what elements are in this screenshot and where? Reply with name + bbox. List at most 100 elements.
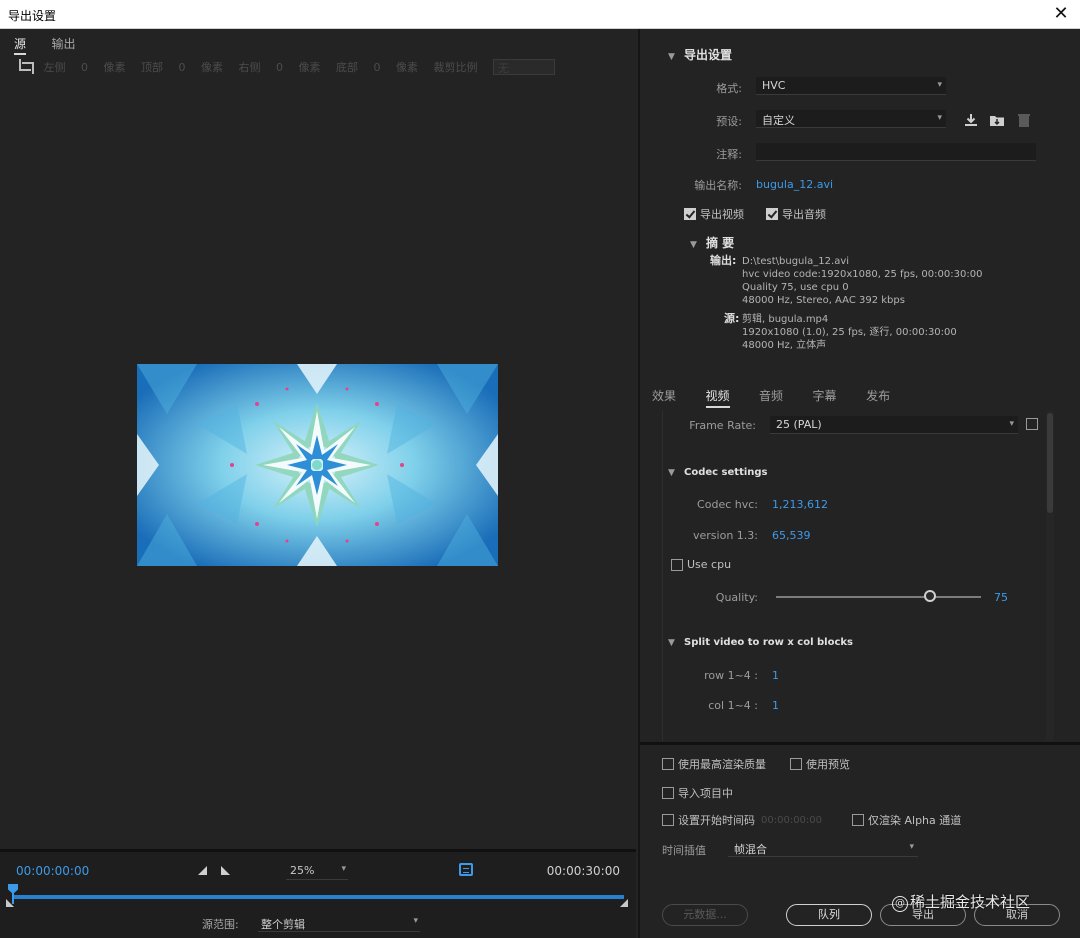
timeline-bar: 00:00:00:00 25% ▾ 00:00:30:00 源范围: 整个剪辑 … bbox=[0, 849, 636, 938]
time-interp-select[interactable]: 帧混合 ▾ bbox=[728, 839, 918, 857]
preset-select[interactable]: 自定义 ▾ bbox=[756, 110, 946, 128]
out-point-handle[interactable] bbox=[620, 899, 628, 907]
crop-right-label: 右侧 bbox=[238, 61, 261, 74]
in-point-handle[interactable] bbox=[6, 899, 14, 907]
format-value: HVC bbox=[762, 79, 786, 92]
use-cpu-checkbox[interactable]: Use cpu bbox=[671, 558, 731, 571]
checkbox-box bbox=[662, 787, 674, 799]
preset-value: 自定义 bbox=[762, 114, 795, 127]
output-name-link[interactable]: bugula_12.avi bbox=[756, 178, 833, 191]
time-interp-value: 帧混合 bbox=[734, 843, 767, 856]
checkbox-box bbox=[1026, 418, 1038, 430]
preset-label: 预设: bbox=[716, 115, 742, 128]
frame-rate-select[interactable]: 25 (PAL) ▾ bbox=[770, 416, 1018, 434]
summary-output-key: 输出: bbox=[710, 254, 737, 267]
crop-icon[interactable] bbox=[16, 59, 34, 75]
quality-value[interactable]: 75 bbox=[994, 591, 1008, 604]
tab-video[interactable]: 视频 bbox=[705, 387, 730, 408]
tab-audio[interactable]: 音频 bbox=[759, 387, 783, 404]
crop-right-value[interactable]: 0 bbox=[276, 61, 283, 74]
max-render-label: 使用最高渲染质量 bbox=[678, 758, 766, 771]
crop-left-value[interactable]: 0 bbox=[81, 61, 88, 74]
output-name-label: 输出名称: bbox=[694, 179, 742, 192]
tab-captions[interactable]: 字幕 bbox=[813, 387, 837, 404]
row-value[interactable]: 1 bbox=[772, 669, 779, 682]
mark-in-icon[interactable] bbox=[198, 866, 207, 875]
crop-top-value[interactable]: 0 bbox=[179, 61, 186, 74]
crop-left-label: 左侧 bbox=[43, 61, 66, 74]
checkbox-box bbox=[766, 208, 778, 220]
title-bar: 导出设置 ✕ bbox=[0, 0, 1080, 29]
tab-source[interactable]: 源 bbox=[14, 35, 27, 55]
source-range-value: 整个剪辑 bbox=[261, 918, 305, 931]
summary-header[interactable]: ▼ 摘 要 bbox=[690, 234, 734, 251]
quality-slider-track[interactable] bbox=[776, 596, 981, 598]
crop-ratio-select[interactable]: 无 bbox=[493, 59, 555, 75]
format-label: 格式: bbox=[716, 82, 742, 95]
import-preset-icon[interactable] bbox=[989, 112, 1005, 128]
use-preview-label: 使用预览 bbox=[806, 758, 850, 771]
max-render-checkbox[interactable]: 使用最高渲染质量 bbox=[662, 756, 766, 772]
version-value[interactable]: 65,539 bbox=[772, 529, 811, 542]
settings-scrollbar[interactable] bbox=[1046, 411, 1054, 741]
source-range-select[interactable]: 整个剪辑 ▾ bbox=[258, 914, 420, 932]
current-timecode[interactable]: 00:00:00:00 bbox=[16, 864, 89, 878]
export-audio-checkbox[interactable]: 导出音频 bbox=[766, 206, 826, 222]
zoom-select[interactable]: 25% ▾ bbox=[286, 862, 348, 880]
scrollbar-thumb[interactable] bbox=[1047, 413, 1053, 513]
crop-bottom-value[interactable]: 0 bbox=[374, 61, 381, 74]
close-icon[interactable]: ✕ bbox=[1050, 3, 1072, 24]
tab-effects[interactable]: 效果 bbox=[652, 387, 676, 404]
comment-input[interactable] bbox=[756, 143, 1036, 161]
use-preview-checkbox[interactable]: 使用预览 bbox=[790, 756, 850, 772]
frame-rate-checkbox[interactable] bbox=[1026, 418, 1042, 430]
save-preset-icon[interactable] bbox=[963, 112, 979, 128]
time-interp-label: 时间插值 bbox=[662, 844, 706, 857]
codec-settings-title: Codec settings bbox=[684, 467, 768, 478]
start-timecode-checkbox[interactable]: 设置开始时间码 00:00:00:00 bbox=[662, 812, 822, 828]
window-title: 导出设置 bbox=[8, 9, 57, 23]
aspect-fit-icon[interactable] bbox=[459, 863, 473, 876]
checkbox-box bbox=[671, 558, 683, 571]
delete-preset-icon[interactable] bbox=[1016, 112, 1032, 128]
quality-label: Quality: bbox=[715, 591, 758, 604]
mark-out-icon[interactable] bbox=[221, 866, 230, 875]
crop-bottom-label: 底部 bbox=[336, 61, 358, 74]
row-label: row 1~4 : bbox=[704, 669, 758, 682]
chevron-down-icon: ▾ bbox=[937, 113, 942, 123]
tab-publish[interactable]: 发布 bbox=[866, 387, 890, 404]
alpha-only-checkbox[interactable]: 仅渲染 Alpha 通道 bbox=[852, 812, 961, 828]
export-settings-header[interactable]: ▼ 导出设置 bbox=[668, 46, 732, 63]
split-video-header[interactable]: ▼ Split video to row x col blocks bbox=[668, 637, 853, 648]
format-select[interactable]: HVC ▾ bbox=[756, 77, 946, 95]
col-value[interactable]: 1 bbox=[772, 699, 779, 712]
comment-label: 注释: bbox=[716, 148, 742, 161]
kaleidoscope-frame bbox=[137, 364, 498, 566]
zoom-value: 25% bbox=[290, 864, 315, 877]
export-video-label: 导出视频 bbox=[700, 208, 744, 221]
crop-bottom-unit: 像素 bbox=[396, 61, 418, 74]
collapse-icon: ▼ bbox=[668, 468, 675, 478]
collapse-icon: ▼ bbox=[690, 240, 697, 250]
start-timecode-value: 00:00:00:00 bbox=[761, 814, 823, 826]
watermark: @ 稀土掘金技术社区 bbox=[892, 891, 1030, 912]
chevron-down-icon: ▾ bbox=[937, 80, 942, 90]
import-project-checkbox[interactable]: 导入项目中 bbox=[662, 785, 733, 801]
collapse-icon: ▼ bbox=[668, 638, 675, 648]
metadata-button[interactable]: 元数据... bbox=[662, 904, 748, 926]
playhead-handle[interactable] bbox=[8, 884, 18, 894]
codec-hvc-value[interactable]: 1,213,612 bbox=[772, 498, 828, 511]
quality-slider-handle[interactable] bbox=[923, 590, 936, 602]
queue-button[interactable]: 队列 bbox=[786, 904, 872, 926]
chevron-down-icon: ▾ bbox=[413, 916, 418, 926]
use-cpu-label: Use cpu bbox=[687, 558, 732, 571]
end-timecode: 00:00:30:00 bbox=[546, 864, 620, 878]
crop-ratio-label: 裁剪比例 bbox=[433, 61, 478, 74]
codec-settings-header[interactable]: ▼ Codec settings bbox=[668, 467, 768, 478]
tab-output[interactable]: 输出 bbox=[52, 35, 76, 52]
summary-source-key: 源: bbox=[724, 312, 740, 325]
export-video-checkbox[interactable]: 导出视频 bbox=[684, 206, 744, 222]
timeline-track[interactable] bbox=[12, 895, 624, 899]
summary-output-lines: D:\test\bugula_12.avi hvc video code:192… bbox=[742, 256, 983, 306]
alpha-only-label: 仅渲染 Alpha 通道 bbox=[868, 814, 962, 827]
